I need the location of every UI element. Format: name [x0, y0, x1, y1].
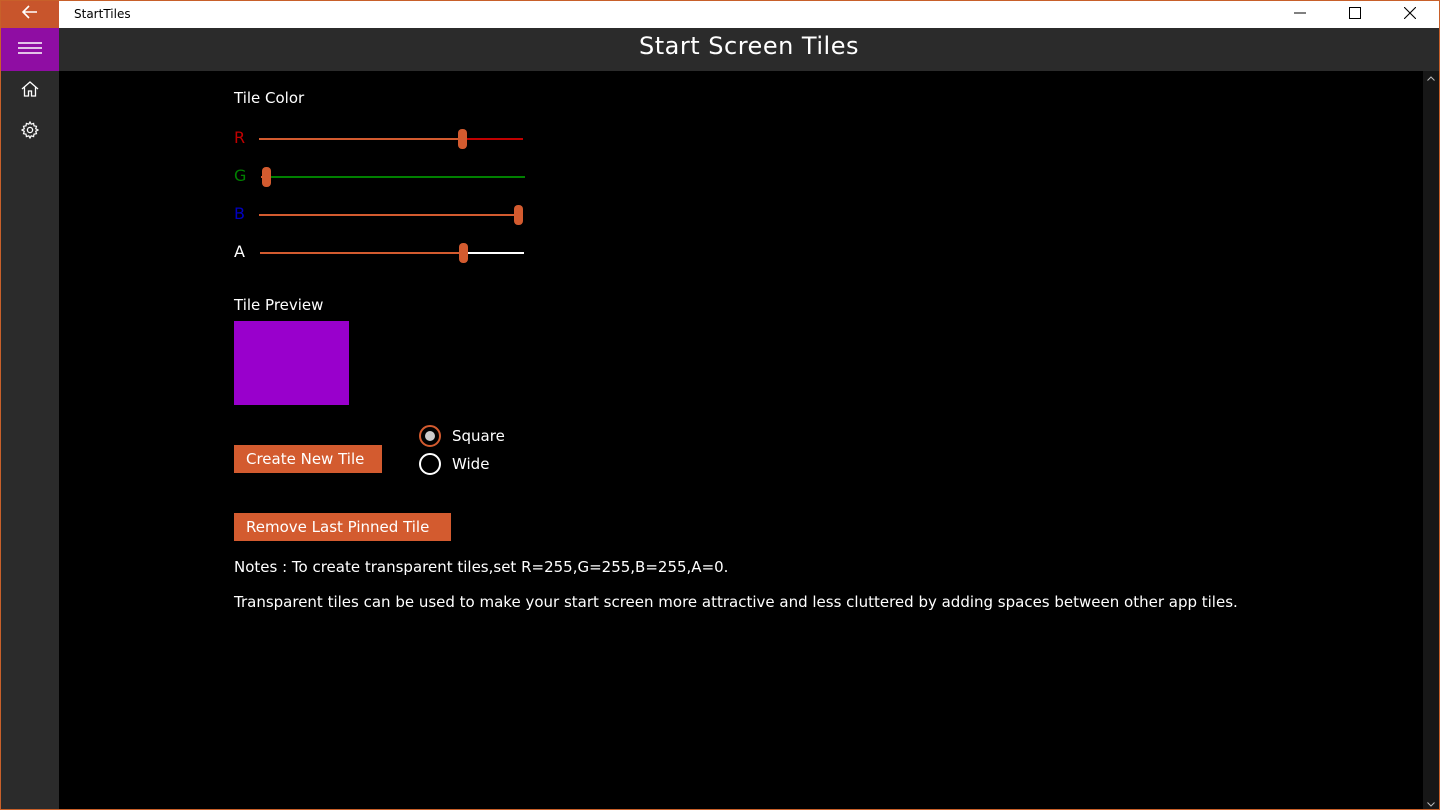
slider-thumb[interactable] [459, 243, 468, 263]
slider-fill [259, 214, 523, 216]
channel-label-r: R [234, 128, 246, 147]
nav-pane [1, 71, 59, 809]
maximize-icon [1349, 6, 1361, 24]
slider-track [463, 252, 524, 254]
radio-wide-circle[interactable] [419, 453, 441, 475]
tile-preview-swatch [234, 321, 349, 405]
radio-square[interactable]: Square [419, 425, 505, 447]
channel-label-g: G [234, 166, 247, 185]
slider-track [266, 176, 525, 178]
create-new-tile-button[interactable]: Create New Tile [234, 445, 382, 473]
notes-line-2: Transparent tiles can be used to make yo… [234, 593, 1238, 611]
vertical-scrollbar[interactable] [1423, 71, 1439, 809]
radio-square-dot [425, 431, 435, 441]
scroll-down-button[interactable] [1423, 797, 1439, 809]
slider-g[interactable] [261, 167, 525, 187]
nav-item-home[interactable] [1, 71, 59, 111]
slider-thumb[interactable] [458, 129, 467, 149]
home-icon [21, 80, 39, 102]
close-icon [1403, 6, 1417, 24]
page-title: Start Screen Tiles [639, 32, 859, 60]
app-window: StartTiles Start Screen Tiles Tile Color… [0, 0, 1440, 810]
nav-item-settings[interactable] [1, 112, 59, 152]
scroll-up-button[interactable] [1423, 71, 1439, 83]
maximize-button[interactable] [1328, 1, 1382, 28]
chevron-up-icon [1427, 68, 1435, 86]
notes-line-1: Notes : To create transparent tiles,set … [234, 558, 729, 576]
gear-icon [20, 120, 40, 144]
slider-thumb[interactable] [262, 167, 271, 187]
close-button[interactable] [1383, 1, 1437, 28]
title-bar: StartTiles [1, 1, 1439, 28]
radio-wide[interactable]: Wide [419, 453, 489, 475]
slider-fill [259, 138, 462, 140]
slider-track [462, 138, 523, 140]
minimize-icon [1294, 6, 1306, 24]
tile-color-label: Tile Color [234, 89, 305, 107]
remove-last-pinned-tile-button[interactable]: Remove Last Pinned Tile [234, 513, 451, 541]
slider-fill [260, 252, 463, 254]
app-name: StartTiles [74, 7, 131, 21]
chevron-down-icon [1427, 794, 1435, 809]
radio-square-circle[interactable] [419, 425, 441, 447]
radio-square-label: Square [452, 427, 505, 445]
slider-r[interactable] [259, 129, 523, 149]
slider-thumb[interactable] [514, 205, 523, 225]
minimize-button[interactable] [1273, 1, 1327, 28]
channel-label-b: B [234, 204, 245, 223]
tile-preview-label: Tile Preview [234, 296, 324, 314]
back-button[interactable] [1, 1, 59, 28]
slider-b[interactable] [259, 205, 523, 225]
channel-label-a: A [234, 242, 245, 261]
radio-wide-label: Wide [452, 455, 490, 473]
slider-a[interactable] [260, 243, 524, 263]
header-bar: Start Screen Tiles [1, 28, 1439, 71]
back-arrow-icon [21, 5, 38, 24]
